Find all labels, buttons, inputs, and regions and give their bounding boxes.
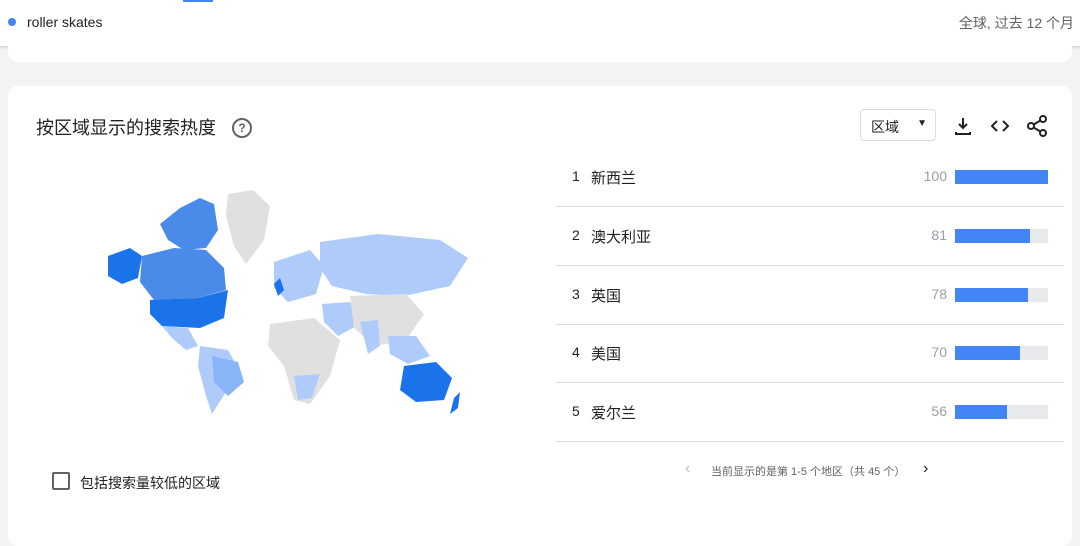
- search-term-label: roller skates: [27, 14, 103, 30]
- rank-number: 5: [572, 403, 580, 419]
- dropdown-label: 区域: [871, 119, 899, 135]
- download-icon[interactable]: [951, 114, 975, 138]
- help-icon[interactable]: ?: [232, 118, 252, 138]
- search-term-bar: roller skates 全球, 过去 12 个月: [0, 0, 1080, 46]
- map-greenland: [226, 190, 270, 264]
- low-volume-checkbox[interactable]: [52, 472, 70, 490]
- rank-row[interactable]: 3 英国 78: [556, 266, 1064, 325]
- rank-row[interactable]: 1 新西兰 100: [556, 148, 1064, 207]
- value-bar: [955, 170, 1048, 184]
- region-value: 81: [931, 227, 947, 243]
- active-tab-indicator: [183, 0, 213, 2]
- map-new-zealand: [450, 392, 460, 414]
- region-name: 英国: [591, 288, 622, 305]
- rank-number: 3: [572, 286, 580, 302]
- rank-number: 4: [572, 344, 580, 360]
- chevron-right-icon[interactable]: ›: [923, 460, 928, 478]
- rank-row[interactable]: 2 澳大利亚 81: [556, 207, 1064, 266]
- value-bar-fill: [955, 346, 1021, 360]
- previous-card-edge: [8, 46, 1072, 62]
- embed-code-icon[interactable]: [988, 114, 1012, 138]
- pagination: ‹ 当前显示的是第 1-5 个地区（共 45 个） ›: [685, 460, 939, 480]
- map-canada: [140, 248, 226, 300]
- world-map: [108, 190, 468, 414]
- card-title: 按区域显示的搜索热度: [36, 118, 216, 138]
- region-value: 78: [931, 286, 947, 302]
- value-bar: [955, 346, 1048, 360]
- map-mexico-central: [162, 326, 198, 350]
- map-russia: [320, 234, 468, 296]
- region-name: 澳大利亚: [591, 229, 652, 246]
- map-europe: [274, 250, 324, 302]
- scope-label: 全球, 过去 12 个月: [958, 15, 1074, 31]
- map-australia: [400, 362, 452, 402]
- rank-number: 1: [572, 168, 580, 184]
- region-name: 爱尔兰: [591, 405, 637, 422]
- value-bar: [955, 405, 1048, 419]
- region-value: 56: [931, 403, 947, 419]
- value-bar-fill: [955, 229, 1031, 243]
- rank-row[interactable]: 4 美国 70: [556, 324, 1064, 383]
- rank-number: 2: [572, 227, 580, 243]
- value-bar-fill: [955, 405, 1008, 419]
- map-alaska: [108, 248, 142, 284]
- interest-by-region-card: 按区域显示的搜索热度 ? 区域 ▼ 1 新西兰 100 2 澳大利亚 81 3 …: [8, 86, 1072, 546]
- map-india: [360, 320, 380, 354]
- pagination-text: 当前显示的是第 1-5 个地区（共 45 个）: [711, 466, 906, 478]
- region-name: 新西兰: [591, 170, 637, 187]
- share-icon[interactable]: [1025, 114, 1049, 138]
- value-bar: [955, 229, 1048, 243]
- map-canada-arctic: [160, 198, 218, 250]
- region-name: 美国: [591, 346, 622, 363]
- low-volume-label: 包括搜索量较低的区域: [80, 475, 220, 491]
- chevron-left-icon[interactable]: ‹: [685, 460, 690, 478]
- region-value: 70: [931, 344, 947, 360]
- rank-row[interactable]: 5 爱尔兰 56: [556, 383, 1064, 442]
- region-value: 100: [923, 168, 947, 184]
- term-color-dot: [8, 18, 16, 26]
- value-bar-fill: [955, 170, 1048, 184]
- caret-down-icon: ▼: [917, 118, 927, 129]
- map-southeast-asia: [388, 336, 430, 364]
- resolution-dropdown[interactable]: 区域 ▼: [860, 109, 936, 141]
- value-bar: [955, 288, 1048, 302]
- value-bar-fill: [955, 288, 1028, 302]
